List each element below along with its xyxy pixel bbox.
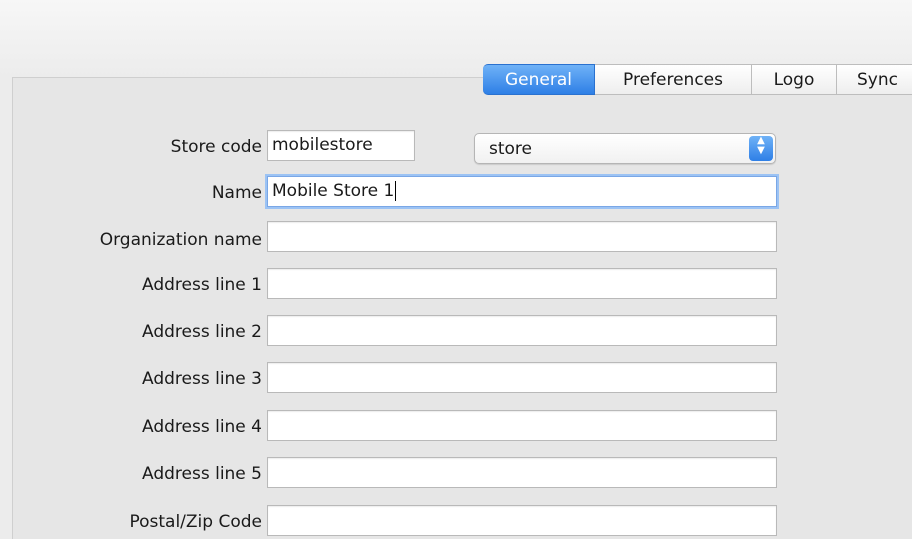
address-line-3-label: Address line 3 <box>141 369 262 389</box>
postal-zip-code-field[interactable] <box>267 505 777 536</box>
text-cursor <box>395 181 397 201</box>
updown-chevron-icon: ▲ ▼ <box>749 136 773 161</box>
store-type-selected-value: store <box>489 139 532 159</box>
address-line-2-label: Address line 2 <box>141 322 262 342</box>
tab-general[interactable]: General <box>483 64 595 95</box>
address-line-5-field[interactable] <box>267 457 777 488</box>
name-label: Name <box>211 183 262 203</box>
name-field-value: Mobile Store 1 <box>272 181 395 201</box>
address-line-1-field[interactable] <box>267 268 777 299</box>
address-line-1-label: Address line 1 <box>141 275 262 295</box>
organization-name-label: Organization name <box>99 230 262 250</box>
address-line-5-label: Address line 5 <box>141 464 262 484</box>
tab-sync[interactable]: Sync <box>837 64 912 95</box>
name-field[interactable]: Mobile Store 1 <box>267 176 777 207</box>
address-line-3-field[interactable] <box>267 362 777 393</box>
tab-bar: General Preferences Logo Sync <box>483 64 912 95</box>
store-type-select[interactable]: store ▲ ▼ <box>474 133 776 164</box>
store-code-label: Store code <box>170 137 262 157</box>
address-line-2-field[interactable] <box>267 315 777 346</box>
tab-preferences[interactable]: Preferences <box>595 64 752 95</box>
postal-zip-code-label: Postal/Zip Code <box>129 512 262 532</box>
tab-logo[interactable]: Logo <box>752 64 837 95</box>
organization-name-field[interactable] <box>267 221 777 252</box>
address-line-4-label: Address line 4 <box>141 417 262 437</box>
address-line-4-field[interactable] <box>267 410 777 441</box>
store-code-field[interactable]: mobilestore <box>267 130 415 161</box>
